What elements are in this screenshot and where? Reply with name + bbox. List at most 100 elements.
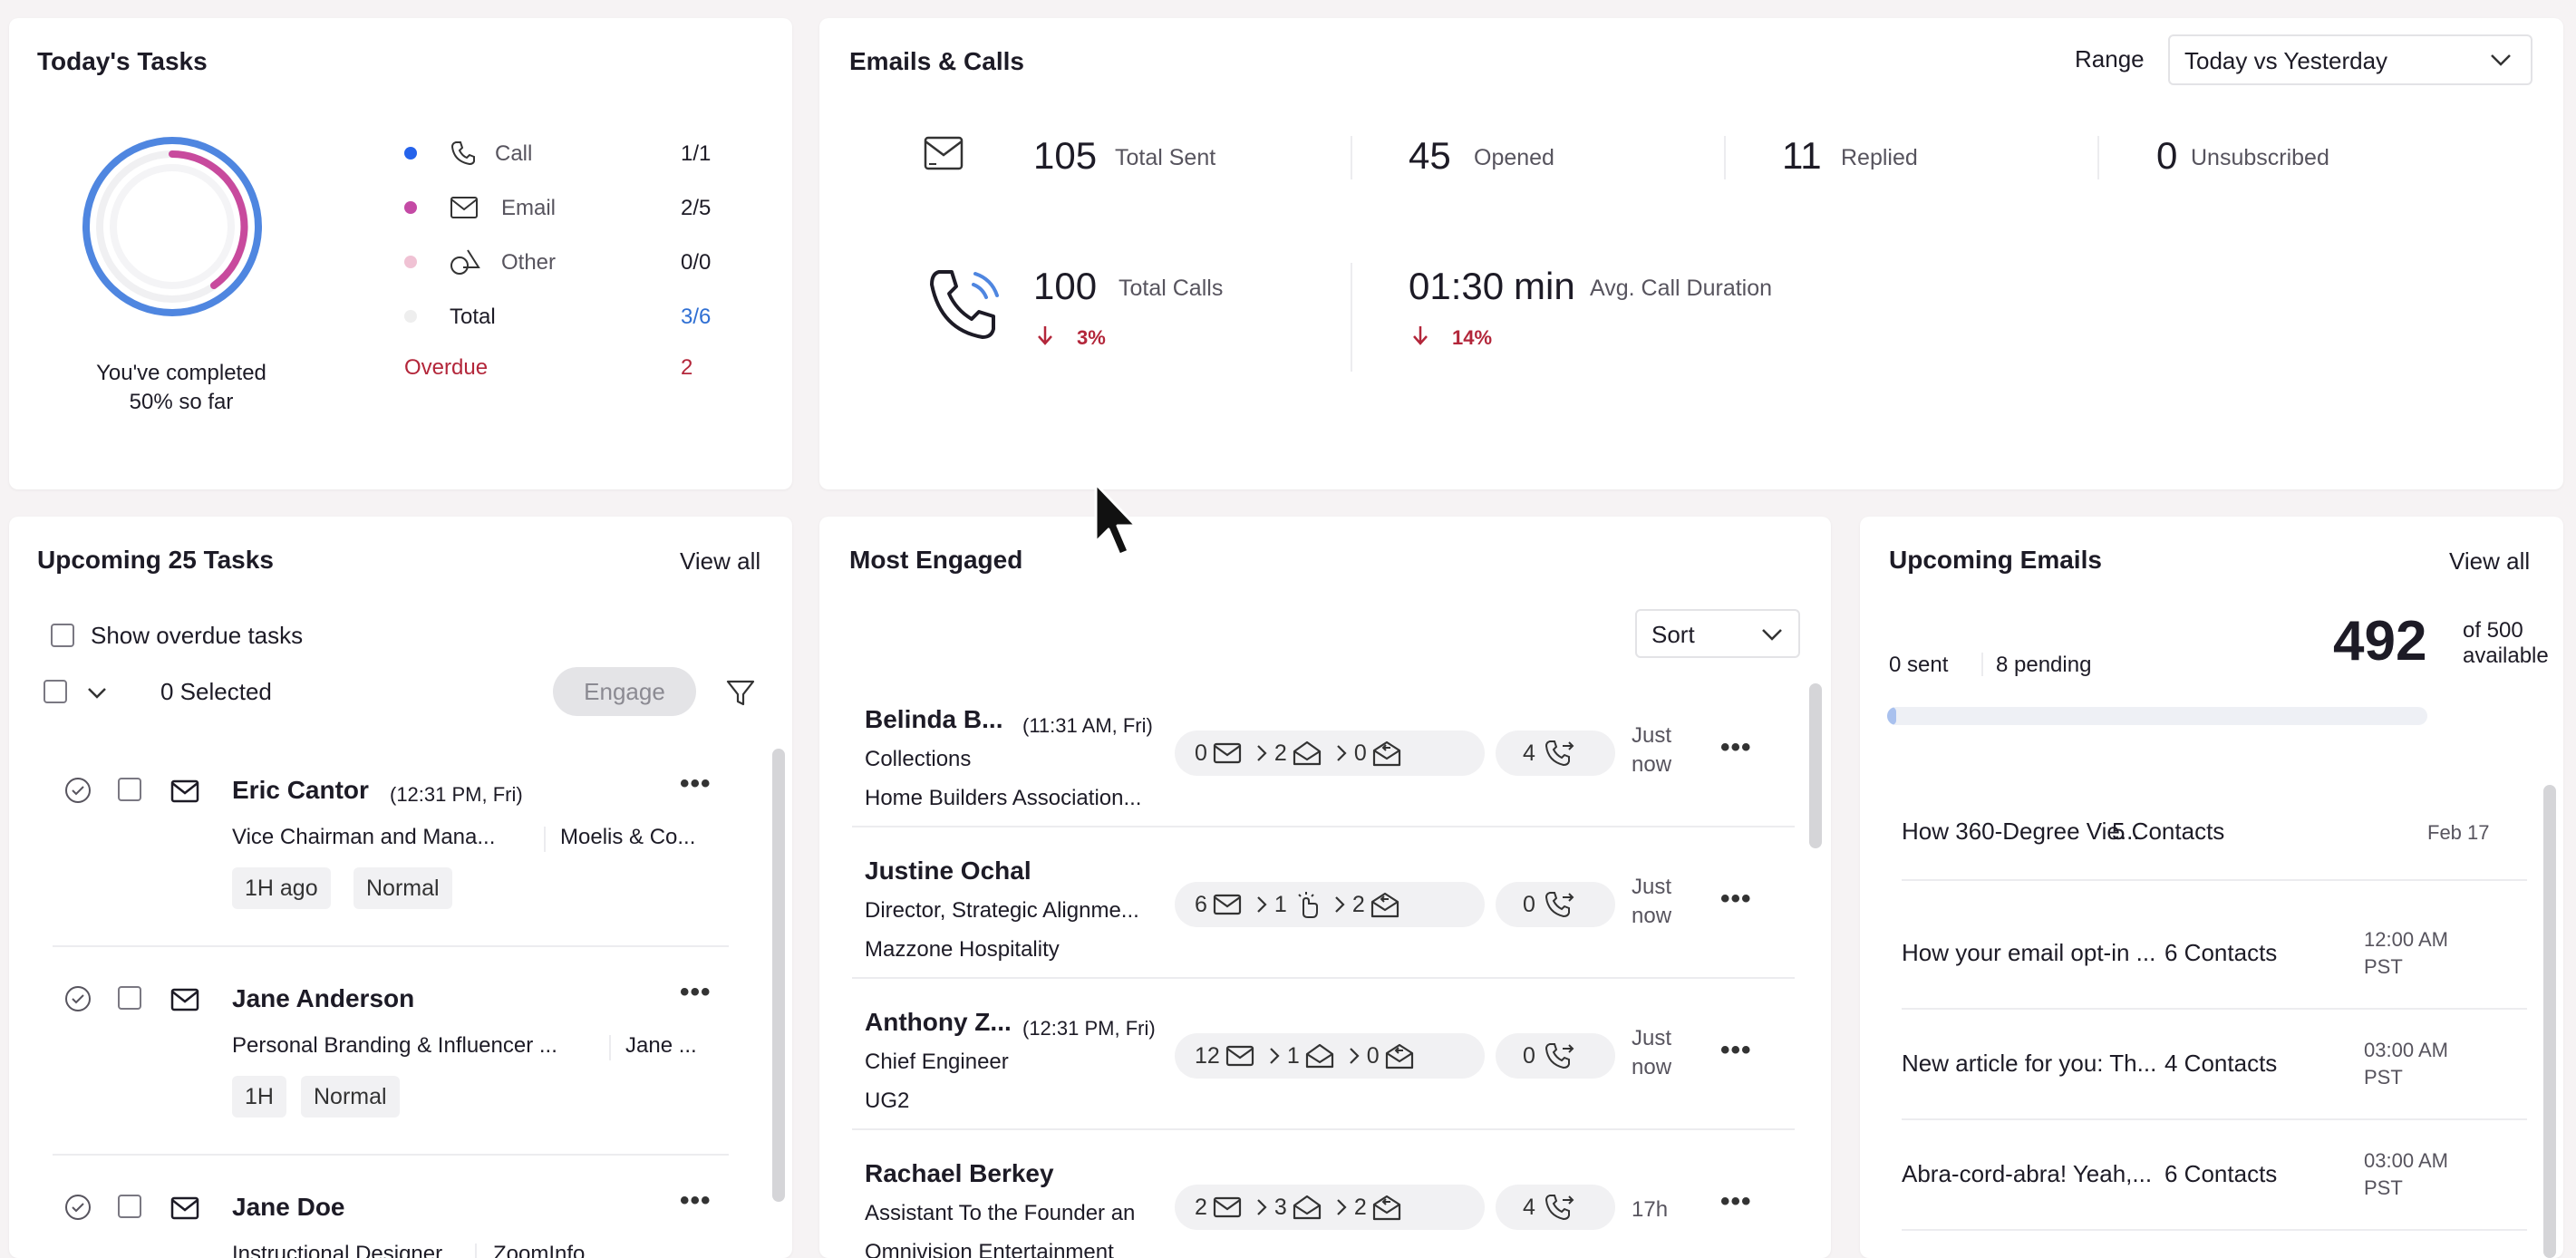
task-contact-company: ZoomInfo xyxy=(493,1242,586,1258)
check-circle-icon[interactable] xyxy=(63,1193,92,1222)
engaged-contact-name[interactable]: Rachael Berkey xyxy=(865,1159,1054,1188)
email-subject[interactable]: How your email opt-in ... xyxy=(1902,939,2155,967)
engaged-contact-row[interactable]: Anthony Z... (12:31 PM, Fri) Chief Engin… xyxy=(819,979,1807,1130)
task-time-tag-label: 1H ago xyxy=(245,875,318,901)
mouse-cursor-icon xyxy=(1094,482,1138,556)
chevron-down-icon[interactable] xyxy=(85,683,109,702)
select-all-checkbox[interactable] xyxy=(44,680,67,703)
task-contact-name[interactable]: Eric Cantor xyxy=(232,776,369,805)
engaged-scrollbar[interactable] xyxy=(1809,683,1822,848)
unsubscribed-label: Unsubscribed xyxy=(2191,145,2329,170)
range-dropdown[interactable]: Today vs Yesterday xyxy=(2168,34,2532,85)
more-options-icon[interactable]: ••• xyxy=(1720,732,1752,763)
email-contacts: 4 Contacts xyxy=(2164,1050,2278,1077)
task-item[interactable]: Eric Cantor (12:31 PM, Fri) ••• Vice Cha… xyxy=(9,743,761,947)
engagement-funnel[interactable]: 2 3 2 xyxy=(1175,1185,1485,1230)
engagement-funnel[interactable]: 6 1 2 xyxy=(1175,882,1485,927)
call-duration-value: 01:30 xyxy=(1409,265,1505,307)
total-calls-value: 100 xyxy=(1033,265,1098,307)
email-schedule: 03:00 AM PST xyxy=(2364,1149,2448,1199)
engagement-funnel[interactable]: 0 2 0 xyxy=(1175,731,1485,776)
engaged-contact-row[interactable]: Belinda B... (11:31 AM, Fri) Collections… xyxy=(819,676,1807,827)
email-schedule: Feb 17 xyxy=(2427,821,2490,844)
task-item[interactable]: Jane Anderson ••• Personal Branding & In… xyxy=(9,952,761,1156)
email-subject[interactable]: New article for you: Th... xyxy=(1902,1050,2156,1078)
more-options-icon[interactable]: ••• xyxy=(680,1185,712,1216)
other-label: Other xyxy=(501,250,557,275)
task-checkbox[interactable] xyxy=(118,778,141,801)
engaged-when: Just now xyxy=(1632,1026,1672,1079)
task-checkbox[interactable] xyxy=(118,1195,141,1218)
task-contact-name[interactable]: Jane Anderson xyxy=(232,984,414,1013)
task-item[interactable]: Jane Doe ••• Instructional Designer Zoom… xyxy=(9,1160,761,1258)
selected-count: 0 Selected xyxy=(160,678,272,705)
check-circle-icon[interactable] xyxy=(63,776,92,805)
more-options-icon[interactable]: ••• xyxy=(680,769,712,799)
task-checkbox[interactable] xyxy=(118,986,141,1010)
engaged-contact-role: Assistant To the Founder an xyxy=(865,1201,1136,1225)
row-divider xyxy=(53,1154,729,1156)
calls-pill[interactable]: 4 xyxy=(1496,1185,1615,1230)
engaged-contact-role: Collections xyxy=(865,747,972,771)
divider xyxy=(2097,136,2099,179)
total-dot xyxy=(404,310,417,323)
overdue-label[interactable]: Overdue xyxy=(404,355,488,381)
calls-pill[interactable]: 4 xyxy=(1496,731,1615,776)
sent-count: 6 xyxy=(1195,891,1207,917)
upcoming-emails-title: Upcoming Emails xyxy=(1889,546,2102,574)
email-subject[interactable]: Abra-cord-abra! Yeah,... xyxy=(1902,1160,2152,1188)
email-value: 2/5 xyxy=(681,196,712,220)
calls-count: 4 xyxy=(1523,740,1535,766)
upcoming-email-row[interactable]: How your email opt-in ... 6 Contacts 12:… xyxy=(1860,899,2531,1010)
view-all-tasks-link[interactable]: View all xyxy=(680,547,760,576)
engaged-contact-row[interactable]: Justine Ochal Director, Strategic Alignm… xyxy=(819,827,1807,979)
engaged-contact-company: Home Builders Association... xyxy=(865,786,1142,810)
divider xyxy=(1981,653,1983,676)
show-overdue-checkbox[interactable] xyxy=(51,624,74,647)
arrow-down-icon xyxy=(1413,326,1428,345)
call-dot xyxy=(404,147,417,160)
upcoming-tasks-card: Upcoming 25 Tasks View all Show overdue … xyxy=(9,517,792,1258)
task-contact-name[interactable]: Jane Doe xyxy=(232,1193,345,1222)
unsubscribed-value: 0 xyxy=(2156,134,2178,177)
more-options-icon[interactable]: ••• xyxy=(680,977,712,1008)
mail-icon xyxy=(170,988,199,1011)
filter-icon[interactable] xyxy=(725,678,756,709)
replied-count: 0 xyxy=(1353,740,1367,766)
calls-pill[interactable]: 0 xyxy=(1496,882,1615,927)
sent-count: 2 xyxy=(1195,1194,1207,1220)
call-duration-label: Avg. Call Duration xyxy=(1590,276,1773,301)
sort-dropdown[interactable]: Sort xyxy=(1635,609,1800,658)
emails-calls-card: Emails & Calls Range Today vs Yesterday … xyxy=(819,18,2563,489)
more-options-icon[interactable]: ••• xyxy=(1720,1035,1752,1066)
total-value[interactable]: 3/6 xyxy=(681,305,711,330)
engage-button[interactable]: Engage xyxy=(553,667,696,716)
engaged-contact-name[interactable]: Belinda B... xyxy=(865,705,1002,734)
sent-count: 12 xyxy=(1195,1042,1220,1069)
more-options-icon[interactable]: ••• xyxy=(1720,1186,1752,1217)
email-label: Email xyxy=(501,196,557,220)
engaged-when: 17h xyxy=(1632,1197,1669,1222)
emails-scrollbar[interactable] xyxy=(2543,785,2556,1258)
check-circle-icon[interactable] xyxy=(63,984,92,1013)
engaged-contact-company: Omnivision Entertainment xyxy=(865,1240,1114,1258)
task-row-call: Call 1/1 xyxy=(404,136,767,172)
engaged-contact-row[interactable]: Rachael Berkey Assistant To the Founder … xyxy=(819,1130,1807,1258)
email-subject[interactable]: How 360-Degree Vie... xyxy=(1902,818,2140,846)
email-schedule: 12:00 AM PST xyxy=(2364,928,2448,978)
view-all-emails-link[interactable]: View all xyxy=(2449,547,2530,576)
upcoming-email-row[interactable]: How 360-Degree Vie... 5 Contacts Feb 17 xyxy=(1860,789,2531,899)
tasks-scrollbar[interactable] xyxy=(772,749,785,1202)
engaged-when: Just now xyxy=(1632,875,1672,928)
call-value: 1/1 xyxy=(681,141,712,166)
task-contact-company: Jane ... xyxy=(625,1033,697,1058)
overdue-value[interactable]: 2 xyxy=(681,355,692,381)
chevron-right-icon xyxy=(1267,1046,1282,1066)
engagement-funnel[interactable]: 12 1 0 xyxy=(1175,1033,1485,1079)
upcoming-email-row[interactable]: Abra-cord-abra! Yeah,... 6 Contacts 03:0… xyxy=(1860,1120,2531,1231)
engaged-contact-name[interactable]: Anthony Z... xyxy=(865,1008,1012,1037)
more-options-icon[interactable]: ••• xyxy=(1720,884,1752,914)
engaged-contact-name[interactable]: Justine Ochal xyxy=(865,856,1031,885)
upcoming-email-row[interactable]: New article for you: Th... 4 Contacts 03… xyxy=(1860,1010,2531,1120)
calls-pill[interactable]: 0 xyxy=(1496,1033,1615,1079)
